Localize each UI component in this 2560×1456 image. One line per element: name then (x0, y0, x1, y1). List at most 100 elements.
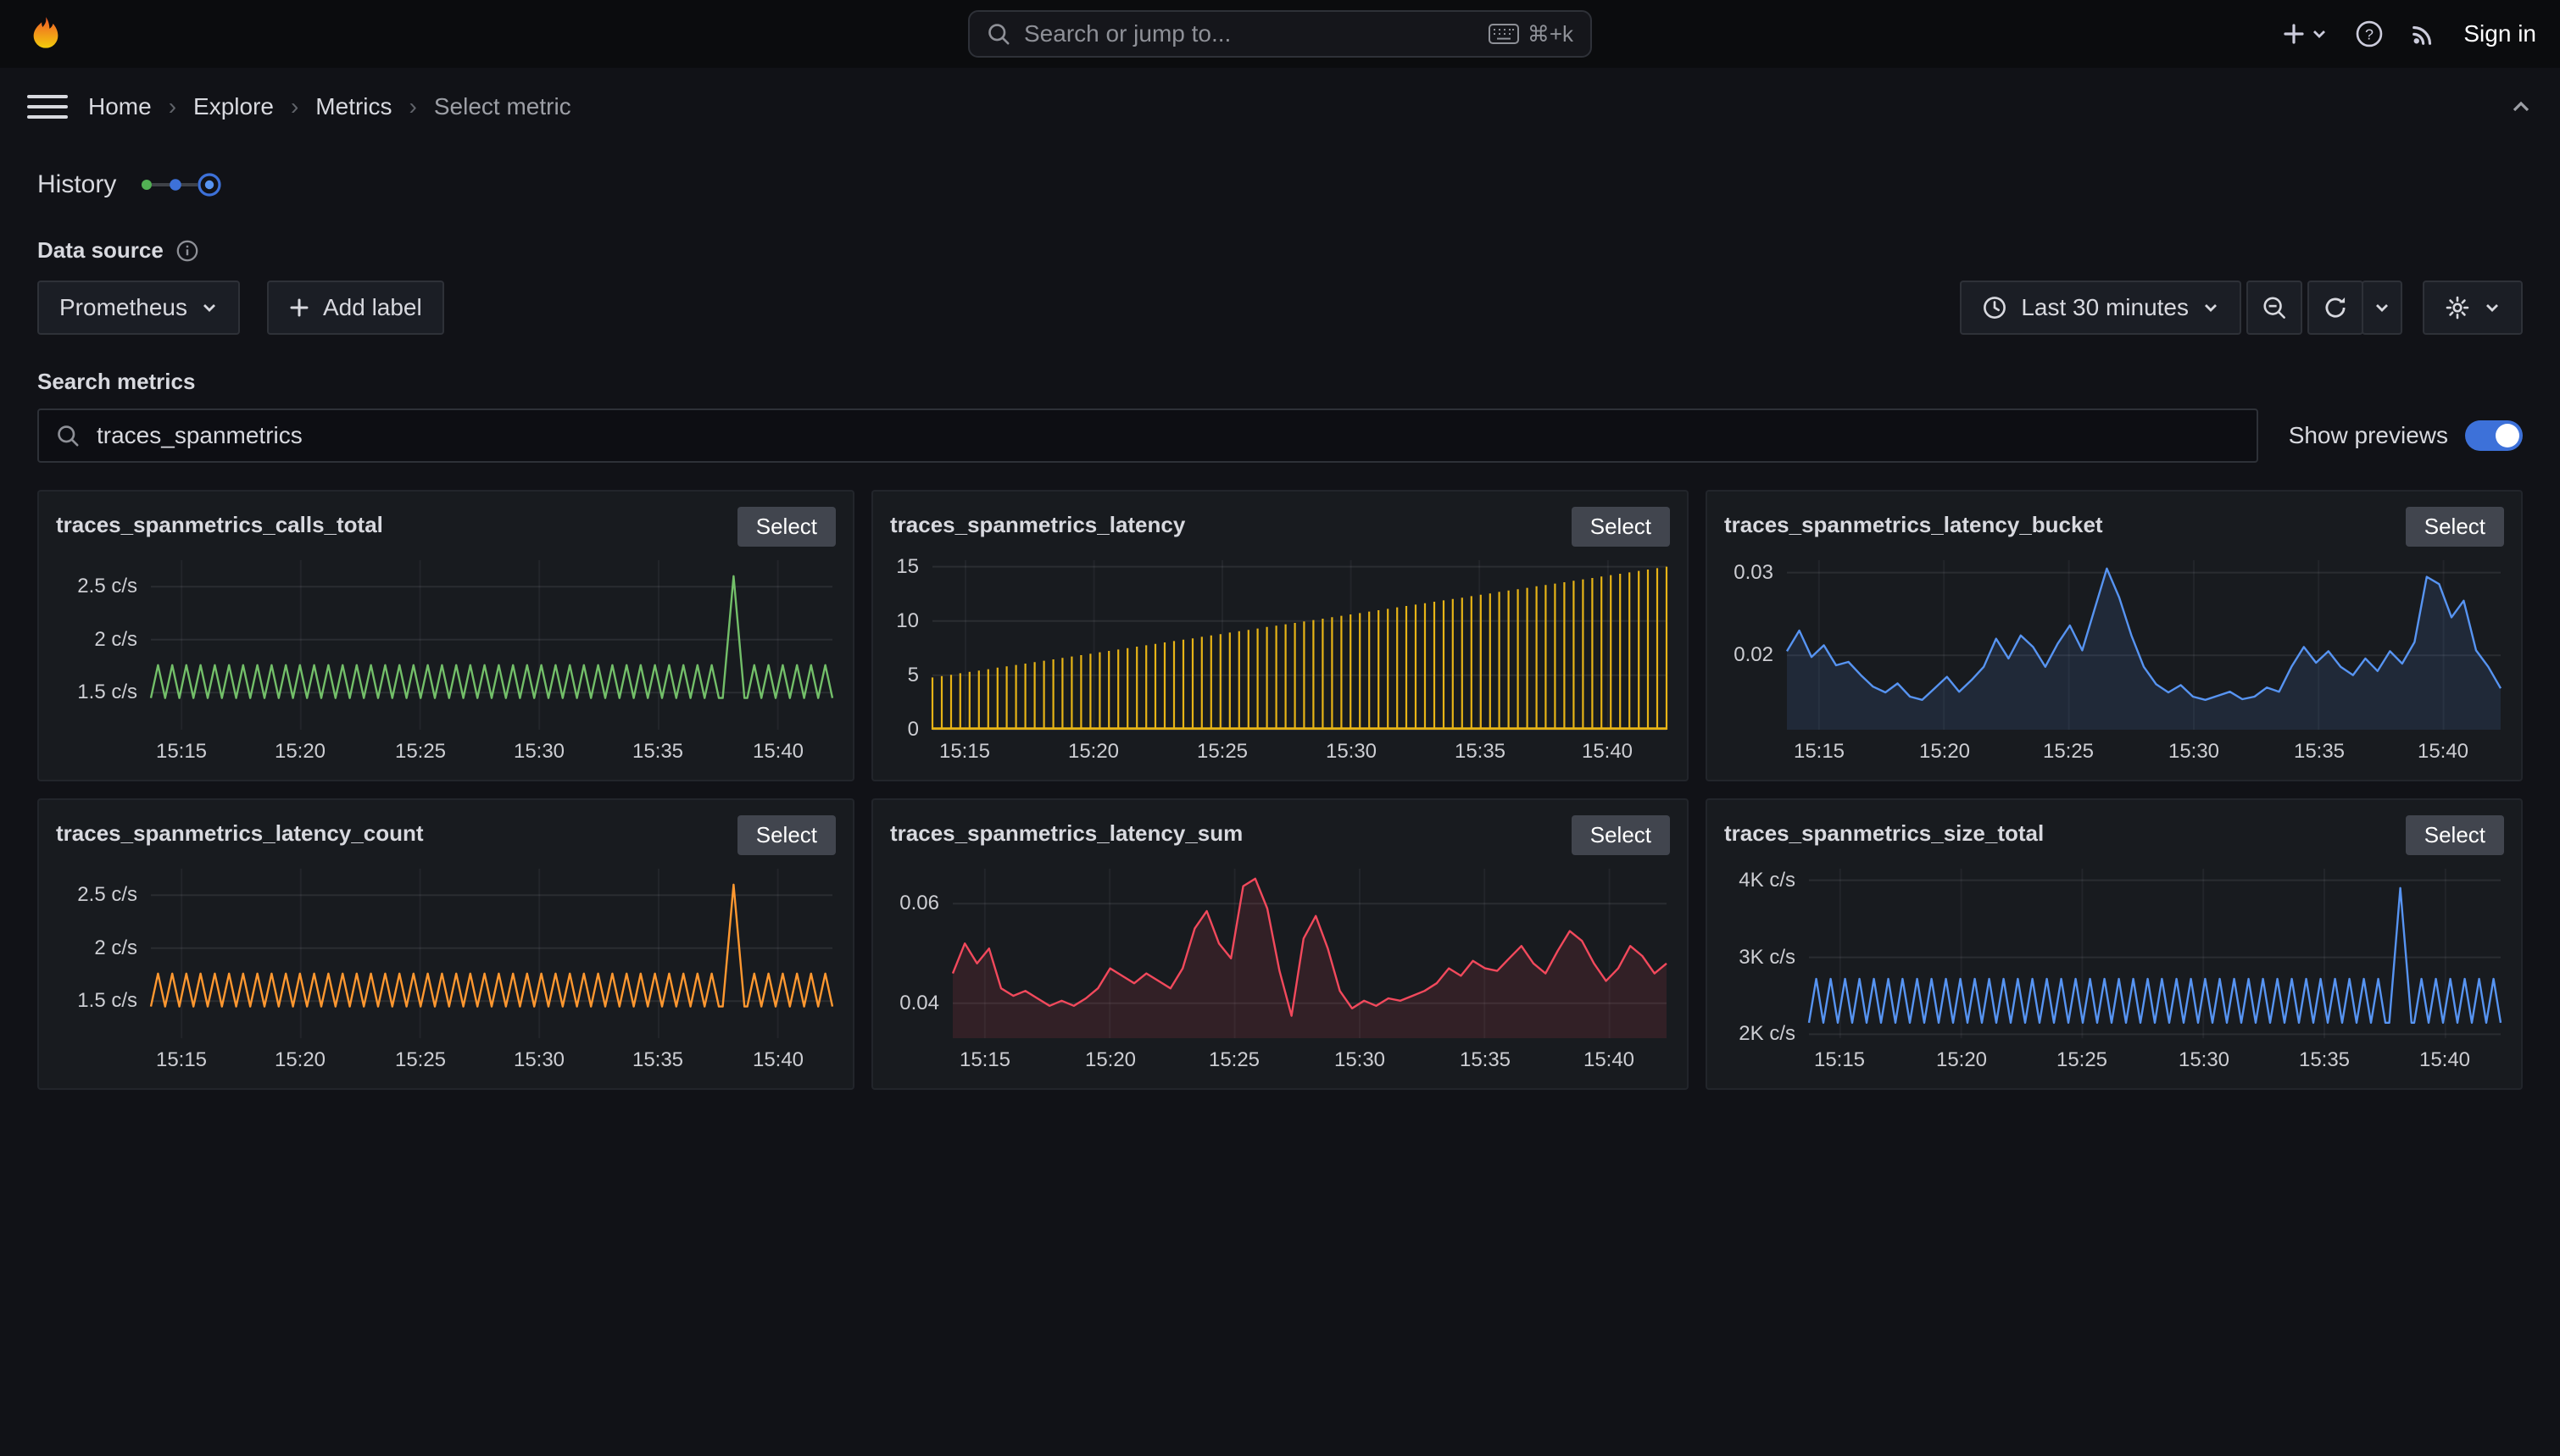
panel-title: traces_spanmetrics_calls_total (56, 507, 383, 538)
x-axis-tick-label: 15:15 (156, 740, 207, 764)
datasource-picker[interactable]: Prometheus (37, 281, 240, 335)
help-button[interactable]: ? (2355, 19, 2384, 48)
x-axis-tick-label: 15:20 (275, 740, 326, 764)
x-axis-tick-label: 15:15 (1814, 1048, 1865, 1072)
add-menu-button[interactable] (2282, 22, 2328, 46)
search-metrics-label: Search metrics (37, 369, 2523, 395)
zoom-out-time-button[interactable] (2246, 281, 2302, 335)
x-axis-tick-label: 15:35 (1460, 1048, 1511, 1072)
grafana-logo[interactable] (24, 12, 68, 56)
metric-chart: 2.5 c/s2 c/s1.5 c/s15:1515:2015:2515:301… (56, 560, 836, 767)
y-axis-tick-label: 5 (890, 665, 919, 686)
chevron-up-icon (2509, 95, 2533, 119)
x-axis-tick-label: 15:15 (156, 1048, 207, 1072)
grafana-flame-icon (26, 14, 65, 53)
panel-title: traces_spanmetrics_latency_bucket (1724, 507, 2103, 538)
chart-plot-area (151, 869, 832, 1038)
news-button[interactable] (2411, 21, 2436, 47)
metric-chart: 4K c/s3K c/s2K c/s15:1515:2015:2515:3015… (1724, 869, 2504, 1075)
zoom-out-icon (2262, 295, 2287, 320)
y-axis-tick-label: 10 (890, 611, 919, 631)
x-axis-tick-label: 15:25 (2043, 740, 2094, 764)
x-axis-tick-label: 15:35 (2299, 1048, 2350, 1072)
metric-chart: 2.5 c/s2 c/s1.5 c/s15:1515:2015:2515:301… (56, 869, 836, 1075)
info-icon[interactable] (175, 239, 199, 263)
y-axis-tick-label: 0.03 (1724, 563, 1773, 583)
y-axis-tick-label: 0.04 (890, 993, 939, 1014)
chart-plot-area (932, 560, 1667, 730)
breadcrumb-explore[interactable]: Explore (193, 93, 274, 120)
x-axis-tick-label: 15:15 (939, 740, 990, 764)
metric-panel: traces_spanmetrics_latency_sum Select 0.06… (871, 798, 1689, 1090)
series-bars (932, 567, 1667, 730)
panel-title: traces_spanmetrics_size_total (1724, 815, 2044, 847)
x-axis-tick-label: 15:15 (960, 1048, 1010, 1072)
select-metric-button[interactable]: Select (1572, 815, 1670, 855)
y-axis-tick-label: 3K c/s (1724, 948, 1795, 968)
y-axis-tick-label: 1.5 c/s (56, 991, 137, 1011)
collapse-controls-button[interactable] (2509, 95, 2533, 119)
x-axis-tick-label: 15:25 (395, 740, 446, 764)
y-axis-tick-label: 0 (890, 720, 919, 740)
sign-in-link[interactable]: Sign in (2463, 20, 2536, 47)
refresh-interval-dropdown[interactable] (2362, 281, 2402, 335)
metric-previews-grid: traces_spanmetrics_calls_total Select 2.5 … (37, 490, 2523, 1090)
show-previews-toggle[interactable] (2465, 420, 2523, 451)
select-metric-button[interactable]: Select (2406, 507, 2504, 547)
metric-search-input[interactable] (93, 420, 2240, 451)
menu-toggle-button[interactable] (27, 86, 68, 127)
history-step-dot[interactable] (142, 180, 152, 190)
y-axis-tick-label: 2.5 c/s (56, 885, 137, 905)
history-step-dot[interactable] (170, 179, 182, 191)
chevron-down-icon (2202, 299, 2219, 316)
gear-icon (2445, 295, 2470, 320)
metric-chart: 0.060.0415:1515:2015:2515:3015:3515:40 (890, 869, 1670, 1075)
select-metric-button[interactable]: Select (2406, 815, 2504, 855)
y-axis-tick-label: 2 c/s (56, 630, 137, 650)
x-axis-tick-label: 15:30 (514, 740, 565, 764)
search-placeholder: Search or jump to... (1024, 20, 1475, 47)
breadcrumb-separator: › (291, 93, 298, 120)
settings-dropdown-button[interactable] (2423, 281, 2523, 335)
panel-title: traces_spanmetrics_latency_count (56, 815, 424, 847)
metric-panel: traces_spanmetrics_latency_bucket Select 0… (1706, 490, 2523, 781)
breadcrumb-separator: › (169, 93, 176, 120)
series-line (151, 885, 832, 1007)
breadcrumb-metrics[interactable]: Metrics (315, 93, 392, 120)
chevron-down-icon (201, 299, 218, 316)
x-axis-tick-label: 15:40 (1583, 1048, 1634, 1072)
refresh-button[interactable] (2307, 281, 2363, 335)
y-axis-tick-label: 4K c/s (1724, 870, 1795, 891)
search-jump-box[interactable]: Search or jump to... ⌘+k (968, 10, 1592, 58)
panel-title: traces_spanmetrics_latency_sum (890, 815, 1243, 847)
clock-icon (1982, 295, 2007, 320)
chart-plot-area (1809, 869, 2501, 1038)
metric-search-field (37, 408, 2258, 463)
x-axis-tick-label: 15:40 (1582, 740, 1633, 764)
x-axis-tick-label: 15:40 (2419, 1048, 2470, 1072)
add-label-button[interactable]: Add label (267, 281, 444, 335)
history-timeline-widget[interactable] (136, 169, 225, 200)
time-range-picker[interactable]: Last 30 minutes (1960, 281, 2241, 335)
select-metric-button[interactable]: Select (737, 815, 836, 855)
history-label: History (37, 170, 116, 199)
y-axis-tick-label: 0.06 (890, 893, 939, 914)
breadcrumb-home[interactable]: Home (88, 93, 152, 120)
y-axis-tick-label: 15 (890, 557, 919, 577)
select-metric-button[interactable]: Select (1572, 507, 1670, 547)
question-circle-icon: ? (2355, 19, 2384, 48)
y-axis-tick-label: 2 c/s (56, 938, 137, 959)
metric-panel: traces_spanmetrics_calls_total Select 2.5 … (37, 490, 854, 781)
breadcrumb: Home › Explore › Metrics › Select metric (88, 93, 571, 120)
datasource-value: Prometheus (59, 294, 187, 321)
y-axis-tick-label: 2K c/s (1724, 1024, 1795, 1044)
refresh-button-group (2307, 281, 2402, 335)
y-axis-tick-label: 2.5 c/s (56, 576, 137, 597)
time-range-value: Last 30 minutes (2021, 294, 2189, 321)
refresh-icon (2323, 295, 2348, 320)
x-axis-tick-label: 15:30 (1326, 740, 1377, 764)
shortcut-text: ⌘+k (1528, 21, 1573, 47)
select-metric-button[interactable]: Select (737, 507, 836, 547)
hamburger-icon (27, 95, 68, 98)
x-axis-tick-label: 15:20 (1936, 1048, 1987, 1072)
